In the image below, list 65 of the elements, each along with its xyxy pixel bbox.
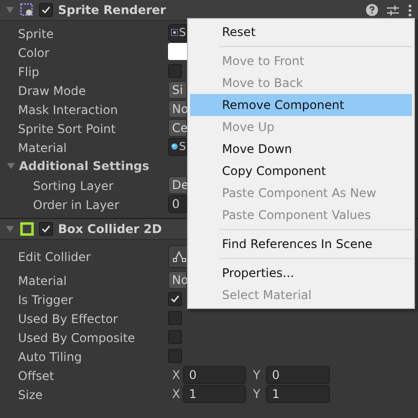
axis-label: Y <box>252 366 262 384</box>
axis-label: X <box>171 366 182 384</box>
number-field[interactable]: 1 <box>183 384 246 402</box>
property-label: Auto Tiling <box>18 350 82 364</box>
number-field[interactable]: 1 <box>266 384 330 402</box>
polygon-edit-icon <box>173 250 187 262</box>
property-label: Size <box>18 388 43 402</box>
foldout-arrow-icon[interactable] <box>5 5 15 15</box>
object-field[interactable]: S <box>168 138 187 156</box>
property-label: Offset <box>18 368 54 382</box>
menu-item[interactable]: Find References In Scene <box>190 233 412 255</box>
dropdown[interactable]: No <box>168 100 187 118</box>
edit-collider-button[interactable] <box>168 244 189 268</box>
foldout-arrow-icon[interactable] <box>5 224 15 234</box>
menu-item[interactable]: Remove Component <box>190 94 412 116</box>
object-field[interactable]: S <box>168 24 187 42</box>
property-label: Used By Composite <box>18 330 136 344</box>
property-label: Flip <box>18 64 40 78</box>
checkmark-icon <box>170 294 180 304</box>
component-title: Box Collider 2D <box>58 221 162 238</box>
menu-item[interactable]: Properties... <box>190 262 412 284</box>
dropdown[interactable]: No <box>168 270 187 288</box>
menu-item[interactable]: Copy Component <box>190 160 412 182</box>
sprite-renderer-icon <box>20 3 34 17</box>
number-field[interactable]: 0 <box>183 366 246 384</box>
property-label: Order in Layer <box>33 198 120 212</box>
property-label: Edit Collider <box>18 250 91 264</box>
sphere-icon <box>171 142 178 151</box>
enable-checkbox[interactable] <box>39 3 53 17</box>
more-options-icon[interactable] <box>408 4 412 16</box>
checkmark-icon <box>41 224 51 234</box>
component-header[interactable]: Sprite Renderer <box>0 0 418 21</box>
help-icon[interactable] <box>366 4 378 16</box>
checkbox[interactable] <box>168 348 182 362</box>
collider-square-icon <box>20 222 34 236</box>
number-field[interactable]: 0 <box>266 366 330 384</box>
property-label: Material <box>18 140 67 154</box>
property-label: Mask Interaction <box>18 102 118 116</box>
checkbox[interactable] <box>168 64 182 78</box>
axis-label: Y <box>252 386 262 402</box>
dropdown[interactable]: Ce <box>168 118 187 136</box>
component-title: Sprite Renderer <box>58 2 166 19</box>
dropdown[interactable]: Si <box>168 80 187 98</box>
property-label: Draw Mode <box>18 84 86 98</box>
color-swatch[interactable] <box>168 43 187 60</box>
property-label: Sorting Layer <box>33 178 114 192</box>
foldout-arrow-icon[interactable] <box>6 160 16 170</box>
property-label: Is Trigger <box>18 292 73 306</box>
foldout-label[interactable]: Additional Settings <box>19 156 150 174</box>
checkbox[interactable] <box>168 292 182 306</box>
axis-label: X <box>171 386 182 402</box>
sliders-icon[interactable] <box>387 4 399 16</box>
number-field[interactable]: 0 <box>168 194 187 212</box>
property-label: Sprite <box>18 26 54 40</box>
checkbox[interactable] <box>168 330 182 344</box>
checkbox[interactable] <box>168 310 182 324</box>
property-label: Material <box>18 274 67 288</box>
checkmark-icon <box>41 5 51 15</box>
property-label: Used By Effector <box>18 312 118 326</box>
menu-item[interactable]: Reset <box>190 21 412 43</box>
sprite-icon <box>171 28 178 37</box>
enable-checkbox[interactable] <box>39 222 53 236</box>
property-label: Color <box>18 46 50 60</box>
menu-item[interactable]: Move Down <box>190 138 412 160</box>
property-label: Sprite Sort Point <box>18 122 116 136</box>
